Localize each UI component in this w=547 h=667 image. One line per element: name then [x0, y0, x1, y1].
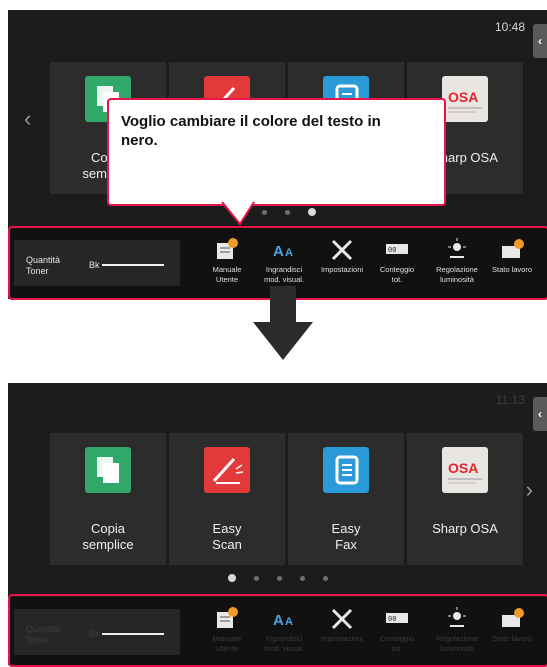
scan-icon [204, 447, 250, 493]
speech-bubble-pointer [221, 200, 255, 226]
down-arrow-icon [253, 286, 313, 360]
tile-copia-semplice[interactable]: Copia semplice [50, 433, 166, 565]
page-dot[interactable] [322, 576, 328, 581]
chevron-left-icon[interactable]: ‹ [24, 106, 31, 132]
page-dot[interactable] [276, 576, 282, 581]
page-indicator [8, 574, 547, 582]
copy-icon [85, 447, 131, 493]
clock: 10:48 [494, 20, 525, 34]
tile-label: Sharp OSA [432, 521, 498, 536]
page-indicator [8, 208, 547, 216]
tile-easy-scan[interactable]: Easy Scan [169, 433, 285, 565]
tile-label: Fax [335, 537, 357, 552]
fax-icon [323, 447, 369, 493]
side-panel-tab[interactable]: ‹ [533, 24, 547, 58]
taskbar-highlight [8, 594, 547, 667]
chevron-left-icon: ‹ [538, 407, 542, 421]
svg-text:OSA: OSA [448, 460, 478, 476]
chevron-right-icon[interactable]: › [526, 477, 533, 503]
tile-label: Easy [331, 521, 361, 536]
tile-label: semplice [82, 537, 134, 552]
page-dot[interactable] [262, 210, 267, 215]
sharp-osa-icon: OSA [442, 447, 488, 493]
callout-text: Voglio cambiare il colore del testo in n… [121, 113, 381, 149]
clock: 11:13 [495, 393, 525, 407]
tile-easy-fax[interactable]: Easy Fax [288, 433, 404, 565]
page-dot-active[interactable] [227, 574, 236, 582]
tile-label: Copia [91, 521, 125, 536]
page-dot[interactable] [299, 576, 305, 581]
svg-text:OSA: OSA [448, 89, 478, 105]
page-dot[interactable] [285, 210, 290, 215]
side-panel-tab[interactable]: ‹ [533, 397, 547, 431]
sharp-osa-icon: OSA [442, 76, 488, 122]
tile-label: Easy [212, 521, 242, 536]
page-dot-active[interactable] [308, 208, 316, 216]
tile-label: Scan [212, 537, 242, 552]
tile-sharp-osa[interactable]: OSA Sharp OSA [407, 433, 523, 565]
speech-bubble: Voglio cambiare il colore del testo in n… [107, 98, 446, 206]
page-dot[interactable] [253, 576, 259, 581]
chevron-left-icon: ‹ [538, 34, 542, 48]
